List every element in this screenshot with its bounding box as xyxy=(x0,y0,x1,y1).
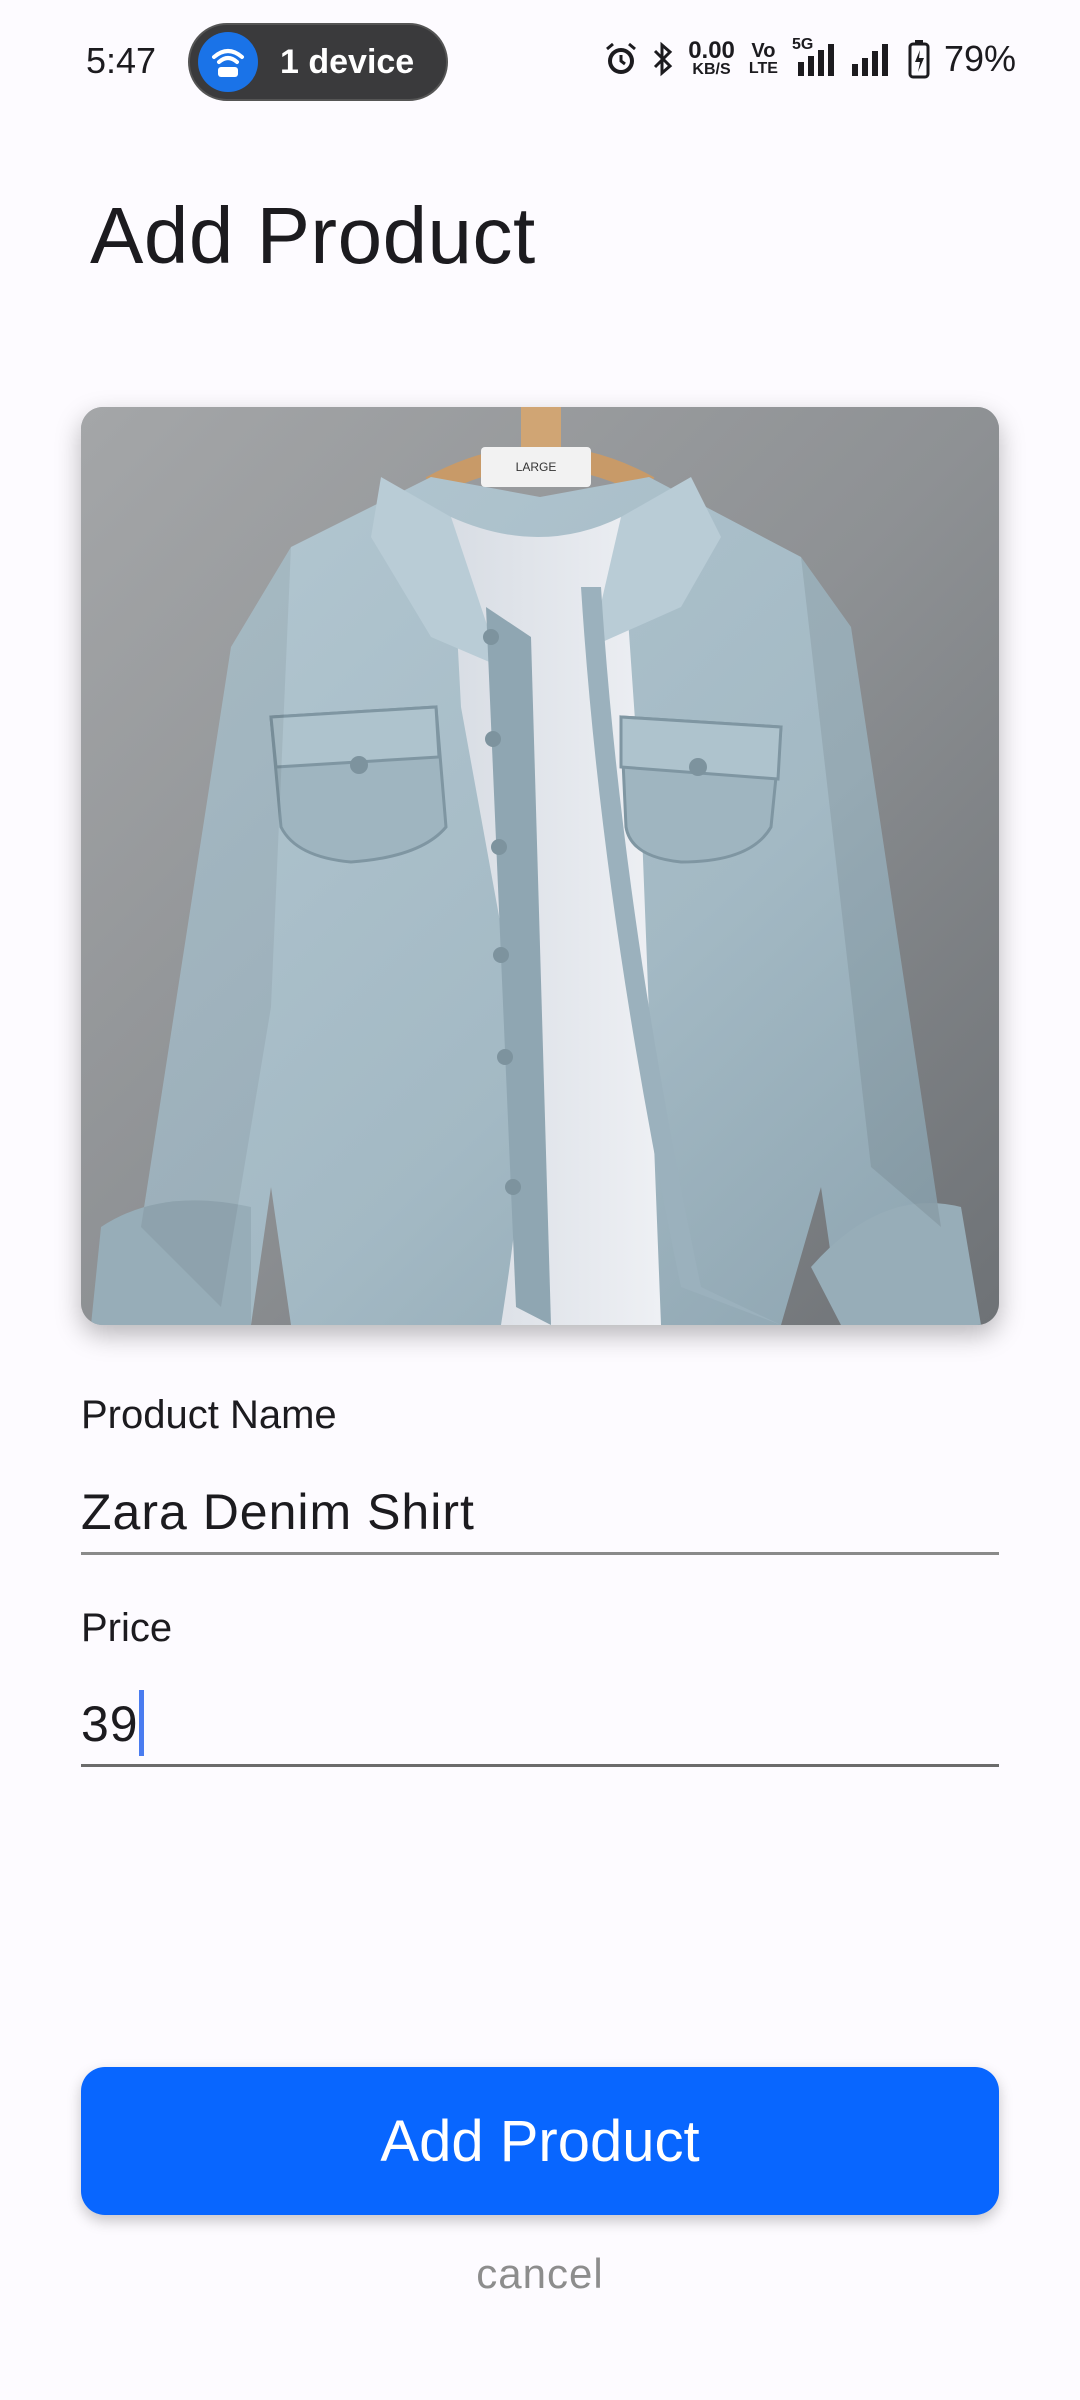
battery-percent: 79% xyxy=(943,38,1016,79)
volte-bottom: LTE xyxy=(748,60,778,77)
network-speed: 0.00 KB/S xyxy=(688,37,735,78)
product-name-label: Product Name xyxy=(81,1393,337,1437)
text-caret xyxy=(139,1690,144,1756)
alarm-icon xyxy=(604,41,638,77)
hotspot-indicator[interactable]: 1 device xyxy=(188,23,448,101)
signal-icon xyxy=(850,42,894,76)
network-speed-value: 0.00 xyxy=(688,37,735,64)
add-product-button[interactable]: Add Product xyxy=(81,2067,999,2215)
price-label: Price xyxy=(81,1606,173,1650)
hotspot-icon xyxy=(198,32,258,92)
volte-top: Vo xyxy=(751,40,776,62)
bluetooth-icon xyxy=(652,41,674,77)
page-title: Add Product xyxy=(90,191,536,280)
shirt-tag-text: LARGE xyxy=(516,460,557,474)
status-icons: 0.00 KB/S Vo LTE 5G 79% xyxy=(604,36,1016,80)
status-time: 5:47 xyxy=(86,40,157,81)
status-bar: 5:47 1 device 0.00 KB/S Vo LTE 5G 79% xyxy=(0,0,1080,124)
volte-icon: Vo LTE xyxy=(749,41,778,77)
signal-5g-icon: 5G xyxy=(792,36,836,76)
network-type-label: 5G xyxy=(791,36,814,53)
product-name-input[interactable] xyxy=(81,1472,999,1555)
battery-icon xyxy=(908,39,930,79)
denim-shirt-illustration: LARGE xyxy=(81,407,999,1325)
cancel-button[interactable]: cancel xyxy=(0,2250,1080,2298)
price-input[interactable] xyxy=(81,1684,999,1767)
product-image[interactable]: LARGE xyxy=(81,407,999,1325)
hotspot-label: 1 device xyxy=(280,43,415,81)
network-speed-unit: KB/S xyxy=(692,61,731,78)
